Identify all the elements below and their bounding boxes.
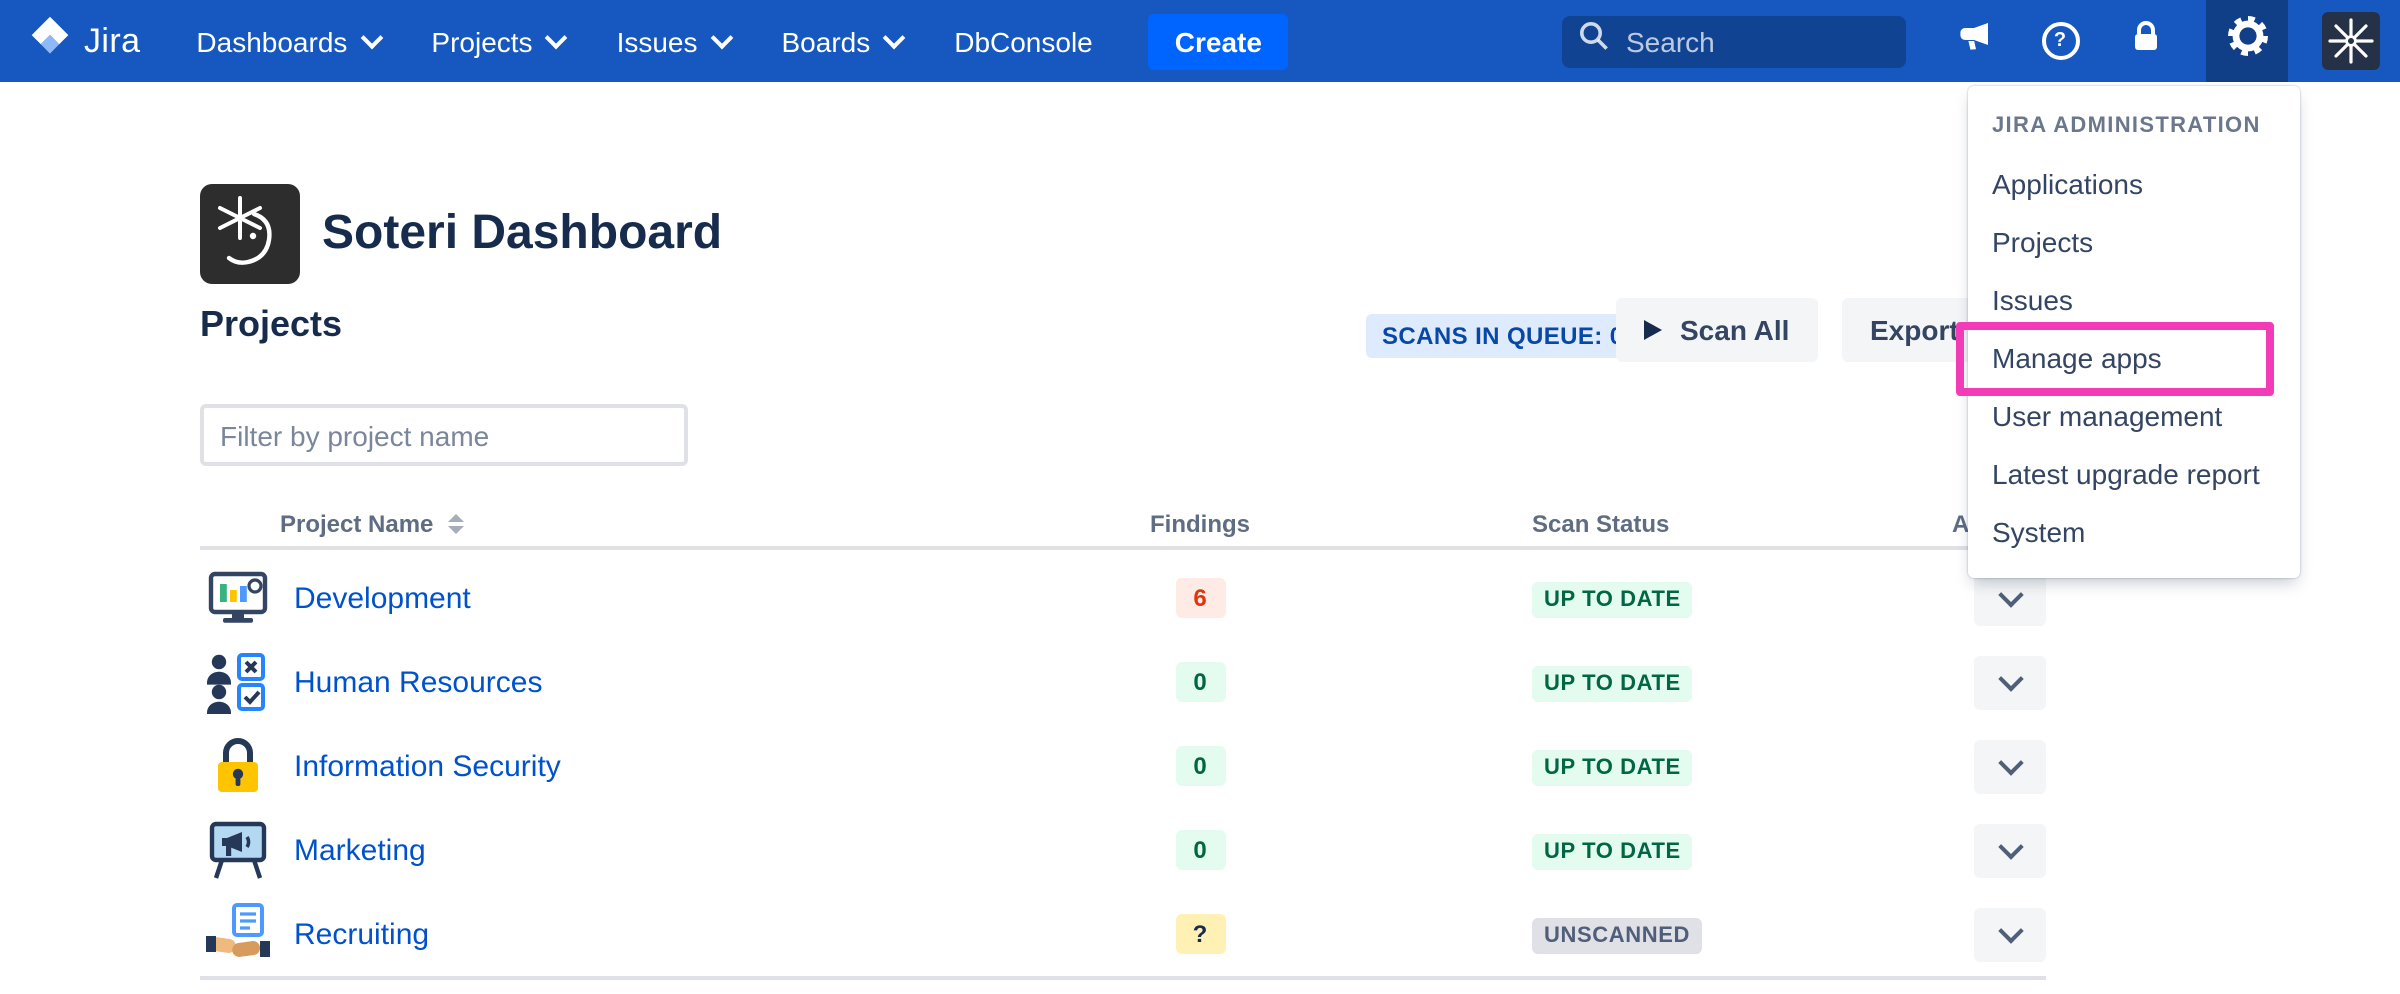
admin-item-latest-upgrade-report[interactable]: Latest upgrade report	[1968, 446, 2300, 504]
project-filter-input[interactable]	[200, 404, 688, 466]
column-header-findings: Findings	[1150, 509, 1250, 537]
marketing-project-icon	[200, 816, 294, 884]
chevron-down-icon	[545, 26, 568, 49]
table-row: Marketing 0 UP TO DATE	[200, 808, 2046, 892]
human-resources-project-icon	[200, 648, 294, 716]
findings-badge: 0	[1175, 830, 1225, 870]
nav-projects[interactable]: Projects	[431, 25, 564, 57]
nav-issues[interactable]: Issues	[617, 25, 730, 57]
findings-badge: 0	[1175, 746, 1225, 786]
column-header-project-name[interactable]: Project Name	[280, 509, 1040, 537]
nav-boards-label: Boards	[782, 25, 871, 57]
row-actions-button[interactable]	[1974, 655, 2046, 709]
scan-status-badge: UNSCANNED	[1532, 917, 1702, 953]
manage-apps-label: Manage apps	[1992, 342, 2162, 374]
nav-dbconsole[interactable]: DbConsole	[954, 25, 1093, 57]
table-header-row: Project Name Findings Scan Status Action…	[200, 500, 2046, 550]
chevron-down-icon	[883, 26, 906, 49]
admin-item-issues[interactable]: Issues	[1968, 272, 2300, 330]
chevron-down-icon	[360, 26, 383, 49]
chevron-down-icon	[1997, 833, 2022, 858]
project-link[interactable]: Recruiting	[294, 917, 1040, 951]
sort-icon	[447, 513, 463, 533]
megaphone-icon	[1955, 17, 1993, 65]
findings-badge: 6	[1175, 578, 1225, 618]
scan-all-button[interactable]: Scan All	[1616, 298, 1817, 362]
help-icon: ?	[2041, 22, 2079, 60]
soteri-logo-icon	[200, 184, 300, 284]
chevron-down-icon	[1997, 581, 2022, 606]
scan-status-badge: UP TO DATE	[1532, 749, 1693, 785]
jira-logo-icon	[28, 14, 72, 68]
admin-menu-heading: JIRA ADMINISTRATION	[1968, 86, 2300, 156]
admin-item-applications[interactable]: Applications	[1968, 156, 2300, 214]
nav-dashboards[interactable]: Dashboards	[196, 25, 379, 57]
permissions-button[interactable]	[2120, 15, 2172, 67]
project-link[interactable]: Information Security	[294, 749, 1040, 783]
nav-projects-label: Projects	[431, 25, 532, 57]
jira-home-link[interactable]: Jira	[28, 14, 140, 68]
row-actions-button[interactable]	[1974, 571, 2046, 625]
project-link[interactable]: Marketing	[294, 833, 1040, 867]
create-button[interactable]: Create	[1149, 13, 1288, 69]
column-header-scan-status: Scan Status	[1360, 509, 1974, 537]
projects-table: Project Name Findings Scan Status Action…	[200, 500, 2046, 980]
table-row: Development 6 UP TO DATE	[200, 556, 2046, 640]
project-link[interactable]: Development	[294, 581, 1040, 615]
play-icon	[1644, 320, 1662, 340]
brand-label: Jira	[84, 21, 140, 61]
admin-item-user-management[interactable]: User management	[1968, 388, 2300, 446]
export-label: Export	[1870, 314, 1959, 346]
top-navbar: Jira Dashboards Projects Issues Boards D…	[0, 0, 2400, 82]
navbar-right-cluster: ?	[1562, 0, 2384, 82]
admin-item-projects[interactable]: Projects	[1968, 214, 2300, 272]
chevron-down-icon	[1997, 665, 2022, 690]
nav-boards[interactable]: Boards	[782, 25, 903, 57]
project-name-header-label: Project Name	[280, 509, 433, 537]
chevron-down-icon	[1997, 917, 2022, 942]
chevron-down-icon	[710, 26, 733, 49]
table-row: Human Resources 0 UP TO DATE	[200, 640, 2046, 724]
help-button[interactable]: ?	[2034, 15, 2086, 67]
admin-settings-button[interactable]	[2206, 0, 2288, 82]
scan-status-badge: UP TO DATE	[1532, 665, 1693, 701]
search-icon	[1578, 20, 1610, 62]
table-row: Information Security 0 UP TO DATE	[200, 724, 2046, 808]
scans-in-queue-badge: SCANS IN QUEUE: 0	[1366, 314, 1640, 358]
scan-status-badge: UP TO DATE	[1532, 833, 1693, 869]
findings-badge: ?	[1175, 914, 1225, 954]
table-row: Recruiting ? UNSCANNED	[200, 892, 2046, 976]
row-actions-button[interactable]	[1974, 823, 2046, 877]
snowflake-avatar-icon	[2322, 44, 2380, 70]
scan-status-badge: UP TO DATE	[1532, 581, 1693, 617]
development-project-icon	[200, 564, 294, 632]
admin-item-manage-apps[interactable]: Manage apps	[1968, 330, 2300, 388]
user-avatar[interactable]	[2322, 12, 2380, 70]
nav-dashboards-label: Dashboards	[196, 25, 347, 57]
projects-section-title: Projects	[200, 304, 342, 346]
row-actions-button[interactable]	[1974, 907, 2046, 961]
nav-dbconsole-label: DbConsole	[954, 25, 1093, 57]
information-security-project-icon	[200, 732, 294, 800]
announcements-button[interactable]	[1948, 15, 2000, 67]
search-input[interactable]	[1622, 23, 1886, 59]
admin-item-system[interactable]: System	[1968, 504, 2300, 562]
nav-issues-label: Issues	[617, 25, 698, 57]
jira-window: Jira Dashboards Projects Issues Boards D…	[0, 0, 2400, 994]
chevron-down-icon	[1997, 749, 2022, 774]
table-body: Development 6 UP TO DATE	[200, 550, 2046, 980]
jira-administration-menu: JIRA ADMINISTRATION Applications Project…	[1968, 86, 2300, 578]
row-actions-button[interactable]	[1974, 739, 2046, 793]
scan-all-label: Scan All	[1680, 314, 1789, 346]
recruiting-project-icon	[200, 900, 294, 968]
lock-icon	[2128, 18, 2164, 64]
gear-icon	[2223, 12, 2271, 70]
findings-badge: 0	[1175, 662, 1225, 702]
page-title: Soteri Dashboard	[322, 184, 722, 284]
project-link[interactable]: Human Resources	[294, 665, 1040, 699]
global-search[interactable]	[1562, 15, 1906, 67]
